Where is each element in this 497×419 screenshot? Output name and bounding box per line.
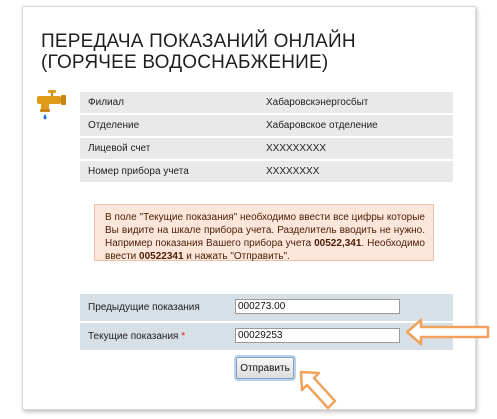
annotation-arrow-left-icon bbox=[405, 318, 490, 346]
note-example-reading: 00522,341 bbox=[314, 238, 362, 249]
current-reading-label: Текущие показания * bbox=[88, 331, 185, 342]
note-text-3: и нажать "Отправить". bbox=[183, 251, 290, 262]
current-reading-label-text: Текущие показания bbox=[88, 331, 179, 342]
note-example-input: 00522341 bbox=[139, 251, 184, 262]
submit-button[interactable]: Отправить bbox=[236, 357, 294, 379]
table-row: Лицевой счет XXXXXXXXX bbox=[80, 138, 453, 159]
info-value: Хабаровское отделение bbox=[256, 115, 453, 136]
info-value: XXXXXXXX bbox=[256, 161, 453, 182]
info-label: Лицевой счет bbox=[80, 138, 256, 159]
form-panel: ПЕРЕДАЧА ПОКАЗАНИЙ ОНЛАЙН (ГОРЯЧЕЕ ВОДОС… bbox=[22, 6, 476, 410]
table-row: Номер прибора учета XXXXXXXX bbox=[80, 161, 453, 182]
info-value: Хабаровскэнергосбыт bbox=[256, 92, 453, 113]
info-label: Филиал bbox=[80, 92, 256, 113]
readings-form: Предыдущие показания Текущие показания * bbox=[80, 294, 453, 350]
current-reading-row: Текущие показания * bbox=[80, 323, 453, 350]
current-reading-field[interactable] bbox=[235, 328, 400, 343]
page-title: ПЕРЕДАЧА ПОКАЗАНИЙ ОНЛАЙН (ГОРЯЧЕЕ ВОДОС… bbox=[41, 31, 356, 73]
previous-reading-label: Предыдущие показания bbox=[88, 302, 200, 313]
instruction-note: В поле "Текущие показания" необходимо вв… bbox=[94, 204, 434, 262]
table-row: Филиал Хабаровскэнергосбыт bbox=[80, 92, 453, 113]
required-mark: * bbox=[181, 331, 186, 342]
page-title-line1: ПЕРЕДАЧА ПОКАЗАНИЙ ОНЛАЙН bbox=[41, 31, 356, 52]
previous-reading-field[interactable] bbox=[235, 299, 400, 314]
info-label: Номер прибора учета bbox=[80, 161, 256, 182]
annotation-arrow-up-icon bbox=[299, 370, 337, 410]
table-row: Отделение Хабаровское отделение bbox=[80, 115, 453, 136]
page-title-line2: (ГОРЯЧЕЕ ВОДОСНАБЖЕНИЕ) bbox=[41, 52, 329, 73]
account-info-table: Филиал Хабаровскэнергосбыт Отделение Хаб… bbox=[80, 90, 453, 184]
faucet-icon bbox=[37, 90, 66, 120]
info-value: XXXXXXXXX bbox=[256, 138, 453, 159]
info-label: Отделение bbox=[80, 115, 256, 136]
previous-reading-row: Предыдущие показания bbox=[80, 294, 453, 321]
